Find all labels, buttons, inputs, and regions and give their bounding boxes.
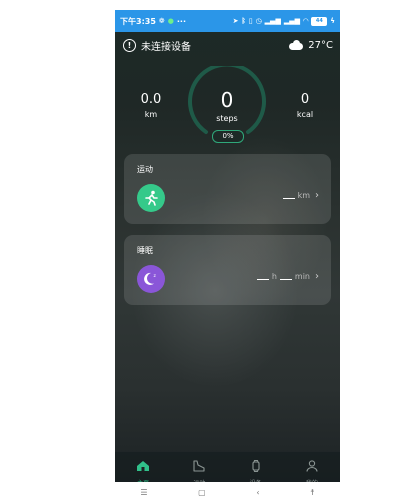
- running-icon: [137, 184, 165, 212]
- status-time: 下午3:35: [120, 16, 156, 26]
- sleep-hours-unit: h: [271, 272, 277, 281]
- wifi-icon: ◠: [302, 17, 309, 25]
- tab-home-label: 主页: [118, 478, 168, 482]
- steps-unit: steps: [216, 114, 238, 123]
- sleep-minutes-placeholder: [279, 274, 292, 280]
- svg-text:z: z: [154, 274, 157, 279]
- home-square-icon[interactable]: ▢: [198, 488, 206, 497]
- temperature: 27°C: [308, 39, 333, 51]
- tab-sport[interactable]: 运动: [174, 452, 224, 482]
- sleep-hours-placeholder: [256, 274, 269, 280]
- tab-device[interactable]: 设备: [231, 452, 281, 482]
- signal2-icon: ▂▄▆: [283, 17, 300, 25]
- chevron-right-icon: ›: [315, 190, 319, 201]
- location-icon: ➤: [232, 17, 239, 25]
- distance-value: 0.0: [140, 92, 162, 107]
- tab-profile-label: 我的: [287, 478, 337, 482]
- home-icon: [137, 461, 150, 471]
- calories-unit: kcal: [296, 110, 314, 119]
- tab-home[interactable]: 主页: [118, 452, 168, 482]
- app-notification-icon: ●: [167, 17, 174, 25]
- cloud-icon: [288, 40, 304, 50]
- distance-unit: km: [144, 110, 158, 119]
- more-notifications-dots: ···: [176, 16, 187, 26]
- status-bar: 下午3:35 ❁ ● ··· ➤ ᛒ ▯ ◷ ▂▄▆ ▂▄▆ ◠ 44 ϟ: [115, 10, 340, 32]
- device-status[interactable]: 未连接设备: [141, 38, 191, 53]
- warning-icon[interactable]: !: [123, 38, 136, 52]
- chevron-right-icon: ›: [315, 271, 319, 282]
- tab-device-label: 设备: [231, 478, 281, 482]
- bluetooth-icon: ᛒ: [241, 17, 246, 25]
- back-icon[interactable]: ‹: [256, 488, 259, 497]
- vibrate-icon: ▯: [248, 17, 253, 25]
- distance-stat: 0.0 km: [133, 92, 169, 119]
- shoe-icon: [193, 460, 205, 472]
- alarm-icon: ◷: [255, 17, 262, 25]
- sport-card-title: 运动: [137, 165, 153, 174]
- header: ! 未连接设备 27°C: [123, 36, 333, 54]
- sport-card[interactable]: 运动 km ›: [124, 154, 331, 224]
- system-nav-bar: ☰ ▢ ‹ ☨: [115, 485, 340, 500]
- sport-distance: km ›: [282, 190, 319, 201]
- sport-distance-placeholder: [282, 193, 295, 199]
- accessibility-icon[interactable]: ☨: [310, 488, 314, 497]
- battery-icon: 44: [311, 16, 328, 26]
- sleep-minutes-unit: min: [294, 272, 310, 281]
- sport-distance-unit: km: [297, 191, 310, 200]
- weather[interactable]: 27°C: [288, 40, 333, 51]
- tab-profile[interactable]: 我的: [287, 452, 337, 482]
- notification-icon: ❁: [158, 17, 165, 25]
- calories-value: 0: [300, 92, 310, 107]
- bottom-tab-bar: 主页 运动 设备 我的: [115, 452, 340, 482]
- signal-icon: ▂▄▆: [264, 17, 281, 25]
- steps-value: 0: [220, 88, 234, 112]
- user-icon: [306, 460, 318, 472]
- tab-sport-label: 运动: [174, 478, 224, 482]
- calories-stat: 0 kcal: [287, 92, 323, 119]
- steps-progress-badge: 0%: [212, 130, 244, 143]
- charging-icon: ϟ: [330, 17, 335, 25]
- sleep-duration: h min ›: [256, 271, 319, 282]
- watch-icon: [252, 460, 260, 472]
- phone-screen: 下午3:35 ❁ ● ··· ➤ ᛒ ▯ ◷ ▂▄▆ ▂▄▆ ◠ 44 ϟ ! …: [115, 10, 340, 482]
- sleep-card-title: 睡眠: [137, 246, 153, 255]
- menu-icon[interactable]: ☰: [140, 488, 147, 497]
- sleep-card[interactable]: 睡眠 z h min ›: [124, 235, 331, 305]
- moon-icon: z: [137, 265, 165, 293]
